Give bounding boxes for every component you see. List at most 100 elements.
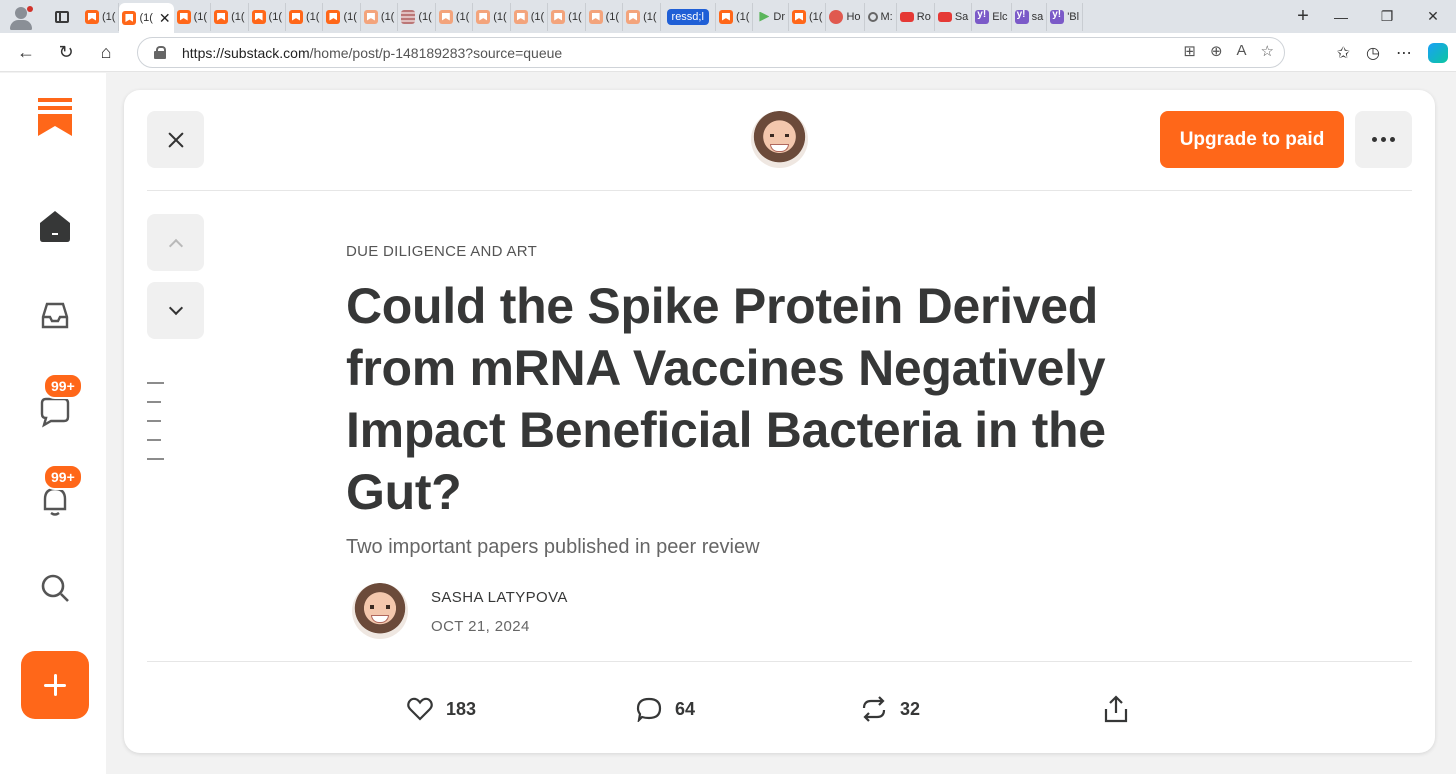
table-of-contents-icon[interactable] <box>147 382 164 477</box>
post-date: OCT 21, 2024 <box>431 618 530 635</box>
close-post-button[interactable] <box>147 111 204 168</box>
zoom-icon[interactable]: ⊕ <box>1210 42 1223 60</box>
browser-tab[interactable]: (1( <box>436 2 474 31</box>
browser-tab[interactable]: ressd;l <box>661 2 716 31</box>
lock-icon[interactable] <box>154 46 166 59</box>
tab-label: (1( <box>809 10 823 23</box>
browser-tab[interactable]: Elc <box>972 2 1012 31</box>
tab-label: M: <box>880 10 893 23</box>
history-icon[interactable]: ◷ <box>1366 43 1380 63</box>
restore-icon[interactable]: ❐ <box>1364 8 1410 25</box>
substack-logo-icon[interactable] <box>31 93 79 141</box>
window-controls: — ❐ ✕ <box>1318 0 1456 33</box>
read-aloud-icon[interactable]: A <box>1237 42 1247 60</box>
chevron-up-icon <box>168 238 183 253</box>
more-browser-icon[interactable]: ⋯ <box>1396 43 1412 63</box>
restack-button[interactable]: 32 <box>861 694 920 724</box>
substack-favicon-icon <box>588 9 603 24</box>
url-path: /home/post/p-148189283?source=queue <box>309 44 563 61</box>
like-button[interactable]: 183 <box>407 694 476 724</box>
address-bar-icons: ⊞ ⊕ A ☆ <box>1183 42 1274 60</box>
browser-tab[interactable]: (1( <box>249 2 286 31</box>
post-section-label[interactable]: DUE DILIGENCE AND ART <box>346 243 537 260</box>
minimize-icon[interactable]: — <box>1318 9 1364 25</box>
browser-tab[interactable]: (1( <box>286 2 324 31</box>
yahoo-favicon-icon <box>1050 9 1065 24</box>
browser-tab[interactable]: (1( <box>174 2 212 31</box>
refresh-icon[interactable]: ↻ <box>46 33 86 72</box>
substack-favicon-icon <box>792 9 806 24</box>
browser-right-actions: ✩ ◷ ⋯ <box>1337 33 1448 72</box>
heart-icon <box>407 697 433 721</box>
share-button[interactable] <box>1103 694 1129 724</box>
browser-tab[interactable]: (1( <box>548 2 586 31</box>
browser-tab[interactable]: (1( <box>511 2 549 31</box>
browser-tab[interactable]: (1( <box>789 2 827 31</box>
byline-divider <box>147 661 1412 662</box>
post-subtitle: Two important papers published in peer r… <box>346 536 760 558</box>
browser-tab[interactable]: Dr <box>753 2 789 31</box>
post-card: Upgrade to paid DUE DILIGENCE AND ART Co… <box>124 90 1435 753</box>
restack-icon <box>861 696 887 722</box>
author-avatar[interactable] <box>352 583 408 639</box>
substack-favicon-icon <box>513 9 528 24</box>
home-icon[interactable]: ⌂ <box>86 33 126 72</box>
browser-tab[interactable]: (1( <box>473 2 511 31</box>
chevron-down-icon <box>168 300 183 315</box>
yahoo-favicon-icon <box>975 9 990 24</box>
tab-label: Elc <box>992 10 1008 23</box>
browser-tab[interactable]: (1( <box>323 2 361 31</box>
compose-button[interactable] <box>21 651 89 719</box>
browser-tab[interactable]: (1( <box>586 2 624 31</box>
more-options-button[interactable] <box>1355 111 1412 168</box>
profile-icon[interactable] <box>0 0 42 33</box>
restack-count: 32 <box>900 698 921 719</box>
browser-tab[interactable]: 'Bl <box>1047 2 1084 31</box>
back-icon[interactable]: ← <box>6 33 46 72</box>
browser-tab[interactable]: (1( <box>398 2 436 31</box>
browser-tab-active[interactable]: (1( ✕ <box>119 3 174 33</box>
favorite-star-icon[interactable]: ☆ <box>1261 42 1274 60</box>
youtube-favicon-icon <box>937 11 952 22</box>
browser-tab-strip: (1((1(✕ (1((1((1((1((1((1((1((1((1((1((1(… <box>0 0 1456 33</box>
tab-label: Ho <box>846 10 861 23</box>
new-tab-button[interactable]: + <box>1288 5 1318 28</box>
tab-label: (1( <box>380 10 395 23</box>
browser-tab[interactable]: M: <box>865 2 897 31</box>
publication-avatar[interactable] <box>751 111 808 168</box>
copilot-icon[interactable] <box>1428 42 1448 63</box>
inbox-nav-icon[interactable] <box>31 292 79 340</box>
browser-tab[interactable]: (1( <box>82 2 120 31</box>
apps-icon[interactable]: ⊞ <box>1183 42 1196 60</box>
previous-post-button[interactable] <box>147 214 204 271</box>
browser-tab[interactable]: (1( <box>716 2 754 31</box>
browser-tab[interactable]: Sa <box>935 2 973 31</box>
share-icon <box>1103 695 1129 723</box>
tab-label: Ro <box>916 10 931 23</box>
address-bar[interactable]: https://substack.com/home/post/p-1481892… <box>137 37 1285 68</box>
browser-tab[interactable]: Ho <box>826 2 865 31</box>
close-window-icon[interactable]: ✕ <box>1410 8 1456 25</box>
close-tab-icon[interactable]: ✕ <box>159 10 171 27</box>
search-nav-icon[interactable] <box>31 564 79 612</box>
upgrade-to-paid-button[interactable]: Upgrade to paid <box>1160 111 1344 168</box>
browser-tab[interactable]: sa <box>1012 2 1048 31</box>
tab-actions-icon[interactable] <box>42 0 82 33</box>
substack-favicon-icon <box>85 9 99 24</box>
browser-tab[interactable]: Ro <box>897 2 935 31</box>
browser-tab[interactable]: (1( <box>623 2 661 31</box>
browser-tab[interactable]: (1( <box>211 2 249 31</box>
next-post-button[interactable] <box>147 282 204 339</box>
tab-label: ressd;l <box>666 8 709 25</box>
author-name[interactable]: SASHA LATYPOVA <box>431 589 568 606</box>
browser-tab[interactable]: (1( <box>361 2 399 31</box>
tab-label: (1( <box>139 12 153 24</box>
tab-label: (1( <box>268 10 282 23</box>
substack-favicon-icon <box>626 9 641 24</box>
substack-sidebar: 99+ 99+ <box>0 73 106 774</box>
search-favicon-icon <box>867 11 878 22</box>
home-nav-icon[interactable] <box>31 202 79 250</box>
favorites-icon[interactable]: ✩ <box>1337 43 1350 63</box>
comment-button[interactable]: 64 <box>636 694 695 724</box>
podcast-favicon-icon <box>829 9 844 24</box>
